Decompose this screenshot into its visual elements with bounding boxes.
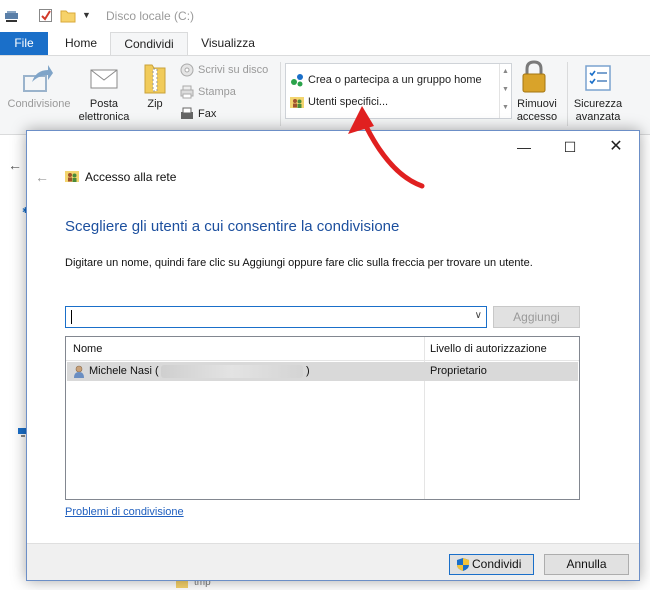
print-button[interactable]: Stampa [198,86,236,98]
user-list: Nome Livello di autorizzazione Michele N… [65,336,580,500]
burn-disc-button[interactable]: Scrivi su disco [198,64,268,76]
gallery-expand-icon[interactable]: ▼ [502,104,509,111]
maximize-button[interactable]: ☐ [555,137,585,157]
scroll-up-icon[interactable]: ▲ [502,68,509,75]
text-cursor [71,310,72,324]
tab-home[interactable]: Home [56,32,106,55]
zip-button[interactable]: Zip [140,98,170,111]
disc-icon [180,63,194,77]
dialog-heading: Scegliere gli utenti a cui consentire la… [65,218,400,235]
dialog-instruction: Digitare un nome, quindi fare clic su Ag… [65,257,533,269]
checkmark-icon[interactable] [38,8,54,24]
ribbon-tabs: File Home Condividi Visualizza [0,32,650,55]
homegroup-item[interactable]: Crea o partecipa a un gruppo home [308,74,482,86]
user-name-prefix: Michele Nasi ( [89,365,159,377]
ribbon-separator [280,62,281,126]
close-button[interactable]: ✕ [601,137,631,157]
red-arrow-annotation [348,106,425,189]
column-header-name[interactable]: Nome [73,343,102,355]
share-confirm-button[interactable]: Condividi [449,554,534,575]
ribbon: Condivisione Posta elettronica Zip Scriv… [0,55,650,135]
uac-shield-icon [457,558,469,571]
scroll-down-icon[interactable]: ▼ [502,86,509,93]
network-access-dialog: — ☐ ✕ ← Accesso alla rete Scegliere gli … [26,130,640,581]
security-checklist-icon [585,65,611,91]
share-arrow-icon [23,65,53,92]
user-name-combobox[interactable]: ∨ [65,306,487,328]
ribbon-separator [567,62,568,126]
list-header: Nome Livello di autorizzazione [66,337,579,361]
navigation-pane [0,135,26,590]
user-icon [74,365,84,378]
fax-button[interactable]: Fax [198,108,216,120]
email-button[interactable]: Posta elettronica [74,98,134,124]
tab-view[interactable]: Visualizza [194,32,262,55]
add-button[interactable]: Aggiungi [493,306,580,328]
chevron-down-icon[interactable]: ▼ [82,10,91,20]
tab-share[interactable]: Condividi [110,32,188,55]
advanced-security-button[interactable]: Sicurezza avanzata [570,98,626,124]
list-item[interactable]: Michele Nasi ( ) Proprietario [67,362,578,381]
users-icon [290,97,304,108]
dialog-title: Accesso alla rete [85,170,177,184]
fax-icon [181,107,193,119]
homegroup-icon [291,74,303,87]
window-title: Disco locale (C:) [106,9,195,23]
permission-level[interactable]: Proprietario [430,365,487,377]
sharing-problems-link[interactable]: Problemi di condivisione [65,506,184,518]
share-confirm-label: Condividi [472,557,522,571]
tab-file[interactable]: File [0,32,48,55]
lock-icon [522,60,546,93]
chevron-down-icon[interactable]: ∨ [475,310,482,321]
users-icon [65,171,79,182]
cancel-button[interactable]: Annulla [544,554,629,575]
dialog-footer: Condividi Annulla [27,543,639,580]
folder-icon[interactable] [60,8,76,24]
zip-folder-icon [144,64,166,94]
share-button[interactable]: Condivisione [2,98,76,111]
back-arrow-icon[interactable]: ← [8,157,22,173]
minimize-button[interactable]: — [509,137,539,157]
printer-icon [180,85,194,99]
remove-access-button[interactable]: Rimuovi accesso [512,98,562,124]
properties-icon[interactable] [4,8,20,24]
user-name-suffix: ) [306,365,310,377]
explorer-titlebar: ▼ Disco locale (C:) [0,0,650,32]
column-header-permission[interactable]: Livello di autorizzazione [430,343,547,355]
email-icon [90,69,118,89]
back-arrow-icon[interactable]: ← [35,169,49,185]
redacted-email [161,365,303,378]
gallery-scrollbar[interactable]: ▲ ▼ ▼ [499,64,511,118]
